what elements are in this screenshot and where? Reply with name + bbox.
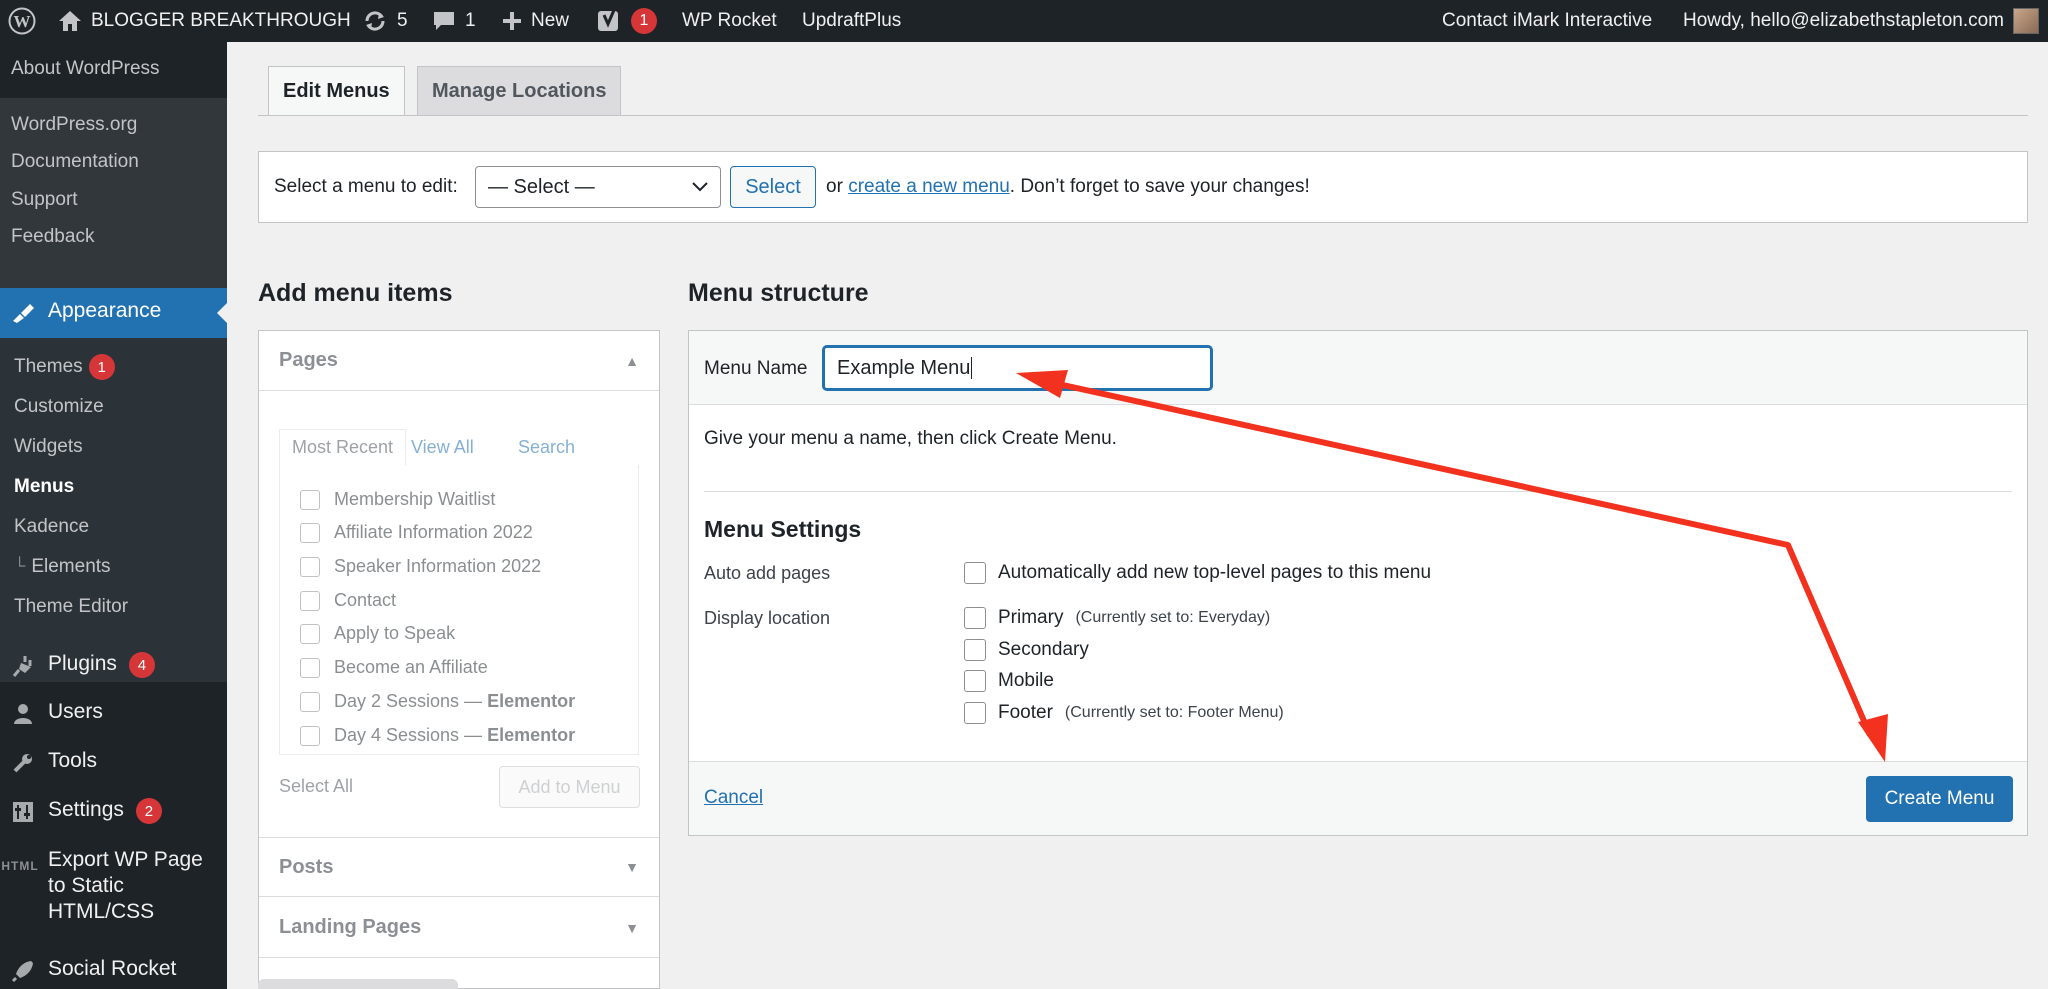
annotation-arrowhead-down [1858, 714, 1888, 762]
annotation-arrow [1016, 370, 1888, 762]
annotation-arrow-line [1039, 377, 1873, 737]
annotation-arrowhead-left [1016, 370, 1068, 398]
